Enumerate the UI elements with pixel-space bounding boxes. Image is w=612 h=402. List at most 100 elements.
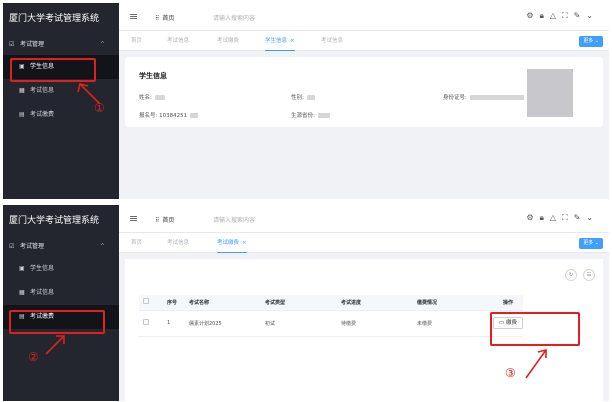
refresh-icon[interactable]: ↻: [565, 269, 577, 281]
cell-payment-status: 未缴费: [413, 310, 493, 337]
chevron-down-icon[interactable]: ⌄: [586, 213, 599, 222]
tab-student-info[interactable]: 学生信息 ×: [265, 31, 295, 51]
gender-label: 性别:: [291, 95, 304, 101]
arrow-annotation-2: [45, 335, 65, 355]
close-icon[interactable]: ×: [242, 240, 247, 246]
menu-group-label: 考试管理: [20, 243, 45, 250]
tab-exam-fee[interactable]: 考试缴费 ×: [217, 233, 247, 253]
menu-group-exam-management[interactable]: ☑ 考试管理 ^: [3, 237, 119, 257]
cell-progress: 待缴费: [337, 310, 413, 337]
settings-icon[interactable]: ⚙: [526, 11, 539, 20]
tab-label: 学生信息: [265, 38, 288, 44]
column-settings-icon[interactable]: ☷: [583, 269, 595, 281]
fullscreen-icon[interactable]: ⛶: [562, 11, 574, 20]
redacted-value: [469, 95, 524, 100]
close-icon[interactable]: ×: [290, 38, 295, 44]
card-title: 学生信息: [139, 72, 167, 80]
chevron-down-icon[interactable]: ⌄: [586, 11, 599, 20]
more-button[interactable]: 更多 ⌄: [579, 238, 603, 249]
brush-icon[interactable]: ✎: [574, 213, 587, 222]
sidebar-item-exam-info[interactable]: ▦ 考试信息: [3, 281, 119, 305]
gender-field: 性别:: [291, 93, 315, 101]
registration-label: 报名号:: [139, 113, 158, 119]
step-marker-3: ③: [505, 366, 516, 380]
tab-exam-info-2[interactable]: 考试信息: [321, 31, 343, 51]
tab-bar: 首页 考试信息 考试缴费 学生信息 × 考试信息 更多 ⌄: [119, 31, 609, 51]
sidebar-item-label: 考试信息: [30, 289, 55, 296]
tab-exam-fee[interactable]: 考试缴费: [217, 31, 239, 51]
chevron-up-icon: ^: [99, 243, 105, 250]
cell-index: 1: [163, 310, 185, 337]
checkbox-icon: ☑: [9, 243, 15, 250]
more-button[interactable]: 更多 ⌄: [579, 36, 603, 47]
sidebar-item-label: 学生信息: [30, 265, 55, 272]
sidebar-item-label: 考试信息: [30, 87, 55, 94]
app-title: 厦门大学考试管理系统: [9, 216, 100, 226]
more-button-label: 更多: [583, 240, 594, 246]
toolbar-icons: ⚙🔒︎△⛶✎⌄: [526, 11, 599, 21]
column-header: 考试类型: [261, 295, 337, 311]
exam-fee-table: 序号 考试名称 考试类型 考试进度 缴费情况 操作 1 儒素计划2025 初试: [139, 295, 523, 337]
table-row: 1 儒素计划2025 初试 待缴费 未缴费 ▭ 缴费: [139, 310, 523, 337]
redacted-value: [317, 113, 330, 118]
arrow-annotation-3: [525, 348, 547, 379]
toolbar-icons: ⚙🔒︎△⛶✎⌄: [526, 213, 599, 223]
fullscreen-icon[interactable]: ⛶: [562, 213, 574, 222]
step-marker-1: ①: [94, 101, 105, 115]
row-select-cell: [139, 310, 163, 337]
breadcrumb[interactable]: ⠿ 首页: [155, 13, 174, 22]
tab-exam-info[interactable]: 考试信息: [167, 233, 189, 253]
more-button-label: 更多: [583, 38, 594, 44]
name-field: 姓名:: [139, 93, 165, 101]
id-number-label: 身份证号:: [443, 95, 467, 101]
lock-icon[interactable]: 🔒︎: [540, 213, 550, 222]
row-checkbox[interactable]: [143, 319, 149, 325]
grid-icon: ▦: [19, 87, 25, 94]
id-number-field: 身份证号:: [443, 93, 524, 101]
column-header: 缴费情况: [413, 295, 493, 311]
student-photo: [527, 69, 573, 117]
id-card-icon: ▣: [19, 265, 25, 272]
name-label: 姓名:: [139, 95, 152, 101]
breadcrumb-home: 首页: [162, 217, 175, 224]
student-info-card: 学生信息 姓名: 性别: 身份证号: 报名号: 10384251 生源省份:: [125, 57, 603, 127]
tab-home[interactable]: 首页: [131, 233, 142, 253]
step-marker-2: ②: [28, 350, 39, 364]
breadcrumb[interactable]: ⠿ 首页: [155, 215, 174, 224]
sidebar-item-label: 考试缴费: [30, 111, 55, 118]
checkbox-icon: ☑: [9, 41, 15, 48]
column-header: 考试名称: [185, 295, 261, 311]
column-header: 操作: [493, 295, 523, 311]
screenshot-panel-exam-fee: 厦门大学考试管理系统 ☑ 考试管理 ^ ▣ 学生信息 ▦ 考试信息 ▤ 考试缴费 ≡ ⠿…: [3, 205, 609, 401]
top-bar: ≡ ⠿ 首页 请输入搜索内容 ⚙🔒︎△⛶✎⌄: [119, 3, 609, 31]
cell-exam-type: 初试: [261, 310, 337, 337]
settings-icon[interactable]: ⚙: [526, 213, 539, 222]
document-icon: ▤: [19, 111, 25, 118]
brush-icon[interactable]: ✎: [574, 11, 587, 20]
registration-number-field: 报名号: 10384251: [139, 111, 199, 119]
bell-icon[interactable]: △: [550, 11, 562, 20]
search-input[interactable]: 请输入搜索内容: [213, 13, 255, 22]
cell-exam-name: 儒素计划2025: [185, 310, 261, 337]
registration-value: 10384251: [159, 113, 188, 119]
redacted-value: [190, 113, 199, 118]
apps-icon: ⠿: [155, 217, 160, 224]
menu-toggle-icon[interactable]: ≡: [129, 212, 138, 225]
app-title: 厦门大学考试管理系统: [9, 14, 100, 24]
bell-icon[interactable]: △: [550, 213, 562, 222]
tab-home[interactable]: 首页: [131, 31, 142, 51]
select-all-checkbox[interactable]: [143, 298, 149, 305]
search-input[interactable]: 请输入搜索内容: [213, 215, 255, 224]
tab-label: 考试缴费: [217, 240, 240, 246]
lock-icon[interactable]: 🔒︎: [540, 11, 550, 20]
tab-bar: 首页 考试信息 考试缴费 × 更多 ⌄: [119, 233, 609, 253]
sidebar: 厦门大学考试管理系统 ☑ 考试管理 ^ ▣ 学生信息 ▦ 考试信息 ▤ 考试缴费: [3, 205, 119, 401]
tab-exam-info[interactable]: 考试信息: [167, 31, 189, 51]
menu-group-label: 考试管理: [20, 41, 45, 48]
column-header: 序号: [163, 295, 185, 311]
table-header-row: 序号 考试名称 考试类型 考试进度 缴费情况 操作: [139, 295, 523, 311]
sidebar-item-student-info[interactable]: ▣ 学生信息: [3, 257, 119, 281]
apps-icon: ⠿: [155, 15, 160, 22]
menu-toggle-icon[interactable]: ≡: [129, 10, 138, 23]
menu-group-exam-management[interactable]: ☑ 考试管理 ^: [3, 35, 119, 55]
